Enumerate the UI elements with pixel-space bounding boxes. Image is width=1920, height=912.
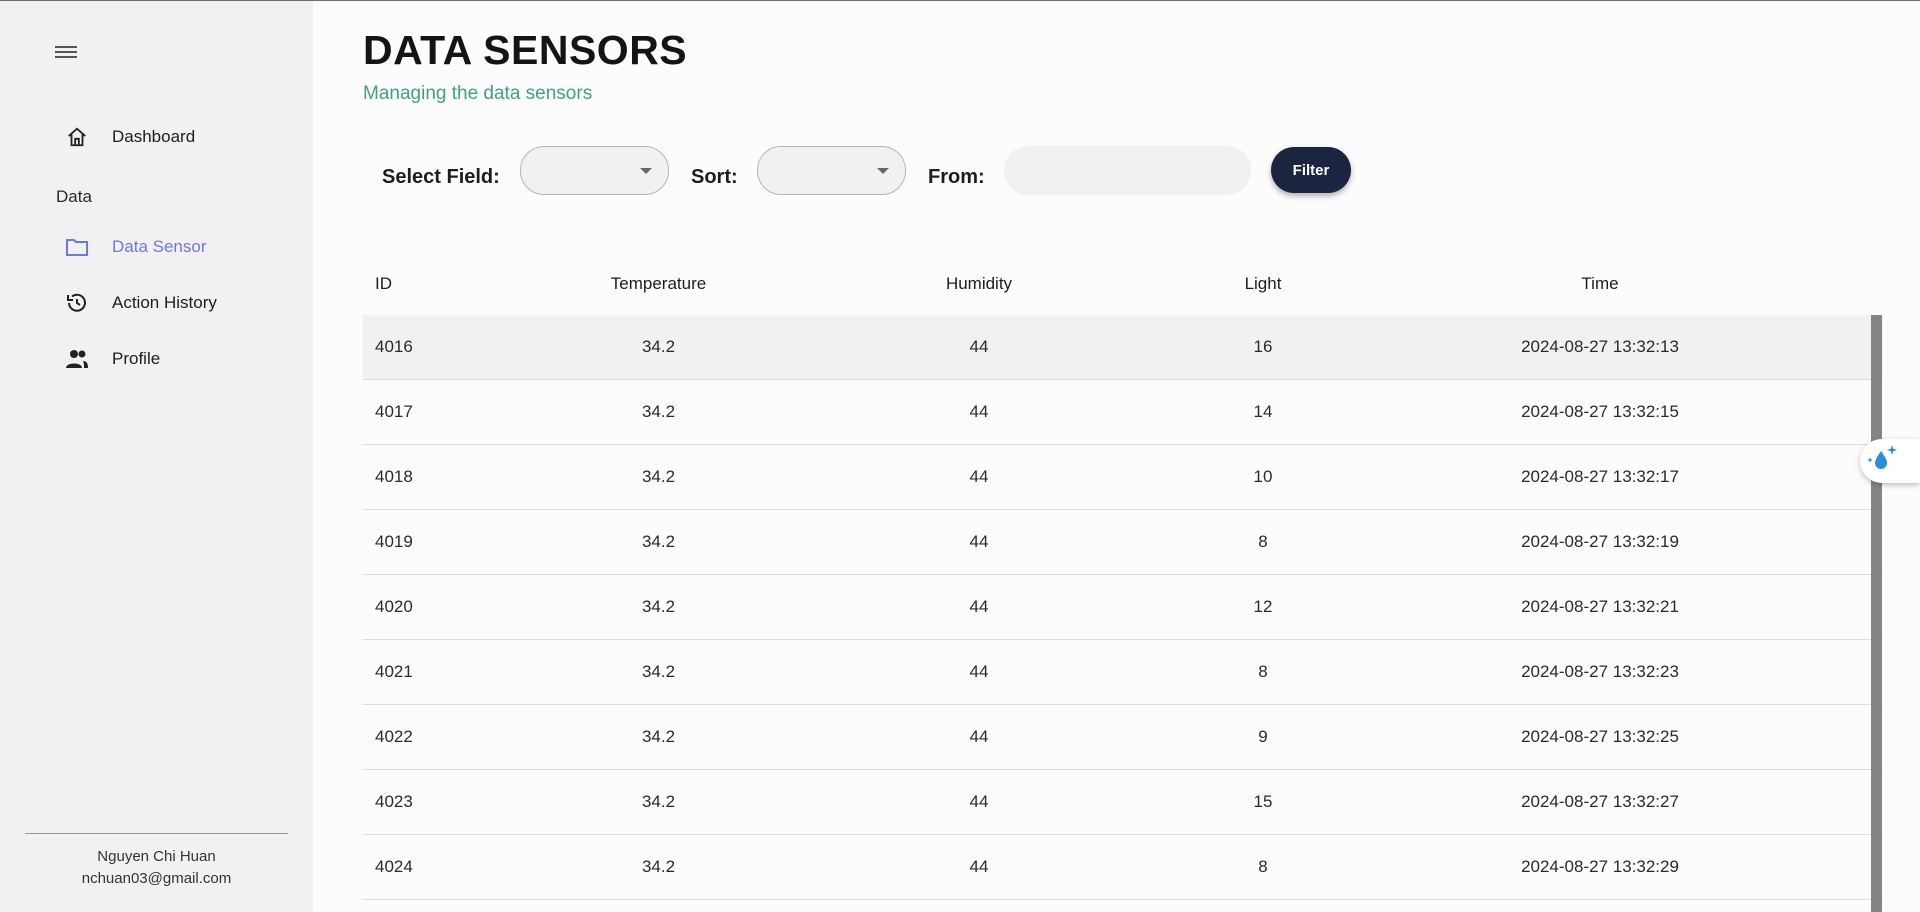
user-name: Nguyen Chi Huan	[97, 848, 216, 865]
history-icon	[64, 290, 90, 316]
sidebar-section-label: Data	[56, 187, 92, 206]
cell-temperature: 34.2	[641, 337, 676, 356]
table-row[interactable]: 4020 34.2 44 12 2024-08-27 13:32:21	[363, 575, 1883, 640]
cell-temperature: 34.2	[641, 857, 676, 876]
cell-humidity: 44	[969, 402, 989, 421]
cell-temperature: 34.2	[641, 792, 676, 811]
cell-light: 16	[1253, 337, 1273, 356]
table-row[interactable]: 4017 34.2 44 14 2024-08-27 13:32:15	[363, 380, 1883, 445]
cell-light: 10	[1253, 467, 1273, 486]
cell-light: 8	[1258, 662, 1268, 681]
home-icon	[64, 124, 90, 150]
column-header-light[interactable]: Light	[1138, 274, 1388, 294]
sidebar: Dashboard Data Data Sensor Action Histor…	[0, 1, 313, 912]
cell-temperature: 34.2	[641, 402, 676, 421]
cell-id: 4024	[375, 857, 413, 876]
sidebar-divider	[25, 833, 288, 834]
sidebar-item-label: Data Sensor	[112, 237, 207, 256]
select-field-dropdown[interactable]	[520, 146, 669, 195]
cell-id: 4016	[375, 337, 413, 356]
cell-time: 2024-08-27 13:32:25	[1521, 727, 1679, 746]
user-email: nchuan03@gmail.com	[81, 870, 232, 887]
cell-time: 2024-08-27 13:32:19	[1521, 532, 1679, 551]
select-field-label: Select Field:	[382, 166, 500, 188]
table-header: ID Temperature Humidity Light Time	[363, 253, 1883, 315]
folder-icon	[64, 234, 90, 260]
floating-assistant-button[interactable]	[1860, 439, 1920, 483]
table-row[interactable]: 4022 34.2 44 9 2024-08-27 13:32:25	[363, 705, 1883, 770]
cell-light: 12	[1253, 597, 1273, 616]
sidebar-item-action-history[interactable]: Action History	[64, 288, 217, 318]
table-row[interactable]: 4019 34.2 44 8 2024-08-27 13:32:19	[363, 510, 1883, 575]
cell-id: 4019	[375, 532, 413, 551]
cell-light: 8	[1258, 532, 1268, 551]
cell-time: 2024-08-27 13:32:21	[1521, 597, 1679, 616]
cell-id: 4021	[375, 662, 413, 681]
cell-time: 2024-08-27 13:32:27	[1521, 792, 1679, 811]
cell-humidity: 44	[969, 597, 989, 616]
water-drop-sparkle-icon	[1866, 443, 1900, 480]
cell-humidity: 44	[969, 532, 989, 551]
cell-light: 15	[1253, 792, 1273, 811]
cell-id: 4023	[375, 792, 413, 811]
cell-humidity: 44	[969, 727, 989, 746]
column-header-time[interactable]: Time	[1450, 274, 1750, 294]
from-date-input[interactable]	[1004, 146, 1251, 195]
cell-humidity: 44	[969, 662, 989, 681]
cell-temperature: 34.2	[641, 597, 676, 616]
cell-id: 4020	[375, 597, 413, 616]
sidebar-item-profile[interactable]: Profile	[64, 344, 160, 374]
cell-time: 2024-08-27 13:32:13	[1521, 337, 1679, 356]
column-header-humidity[interactable]: Humidity	[854, 274, 1104, 294]
table-row[interactable]: 4023 34.2 44 15 2024-08-27 13:32:27	[363, 770, 1883, 835]
cell-id: 4017	[375, 402, 413, 421]
chevron-down-icon	[877, 168, 889, 174]
column-header-temperature[interactable]: Temperature	[513, 274, 804, 294]
column-header-id[interactable]: ID	[363, 274, 513, 294]
sidebar-item-data-sensor[interactable]: Data Sensor	[64, 232, 207, 262]
cell-humidity: 44	[969, 857, 989, 876]
cell-humidity: 44	[969, 337, 989, 356]
cell-light: 14	[1253, 402, 1273, 421]
table-scrollbar[interactable]	[1871, 315, 1882, 912]
cell-temperature: 34.2	[641, 727, 676, 746]
chevron-down-icon	[640, 168, 652, 174]
people-icon	[64, 346, 90, 372]
cell-temperature: 34.2	[641, 467, 676, 486]
table-row[interactable]: 4021 34.2 44 8 2024-08-27 13:32:23	[363, 640, 1883, 705]
page-subtitle: Managing the data sensors	[363, 83, 593, 104]
cell-id: 4022	[375, 727, 413, 746]
cell-humidity: 44	[969, 467, 989, 486]
sidebar-item-label: Profile	[112, 349, 161, 368]
filter-button[interactable]: Filter	[1271, 147, 1351, 193]
table-row[interactable]: 4018 34.2 44 10 2024-08-27 13:32:17	[363, 445, 1883, 510]
cell-time: 2024-08-27 13:32:17	[1521, 467, 1679, 486]
cell-temperature: 34.2	[641, 662, 676, 681]
cell-time: 2024-08-27 13:32:29	[1521, 857, 1679, 876]
sort-label: Sort:	[691, 166, 738, 188]
table-row[interactable]: 4024 34.2 44 8 2024-08-27 13:32:29	[363, 835, 1883, 900]
sidebar-item-label: Dashboard	[112, 127, 196, 146]
cell-time: 2024-08-27 13:32:15	[1521, 402, 1679, 421]
sort-dropdown[interactable]	[757, 146, 906, 195]
cell-light: 9	[1258, 727, 1268, 746]
cell-light: 8	[1258, 857, 1268, 876]
table-row[interactable]: 4016 34.2 44 16 2024-08-27 13:32:13	[363, 315, 1883, 380]
sidebar-item-label: Action History	[112, 293, 217, 312]
menu-icon[interactable]	[55, 46, 77, 62]
page-title: DATA SENSORS	[363, 27, 688, 73]
from-label: From:	[928, 166, 985, 188]
sidebar-item-dashboard[interactable]: Dashboard	[64, 122, 195, 152]
sensor-table: ID Temperature Humidity Light Time 4016 …	[363, 253, 1883, 900]
cell-time: 2024-08-27 13:32:23	[1521, 662, 1679, 681]
cell-id: 4018	[375, 467, 413, 486]
cell-temperature: 34.2	[641, 532, 676, 551]
cell-humidity: 44	[969, 792, 989, 811]
